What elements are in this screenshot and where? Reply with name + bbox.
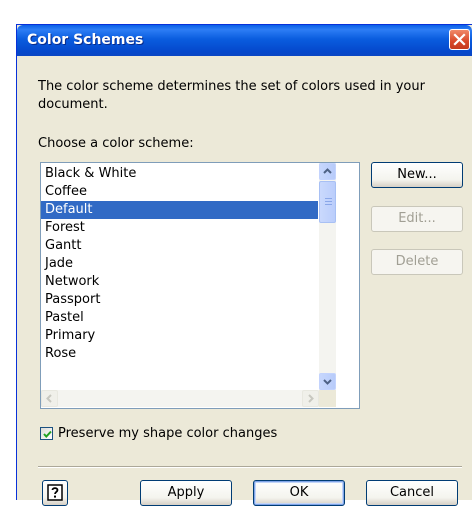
help-button[interactable] [42, 480, 68, 506]
apply-button[interactable]: Apply [140, 480, 232, 506]
thumb-grip [325, 201, 332, 202]
help-question-icon [47, 484, 63, 501]
preserve-changes-checkbox[interactable] [40, 427, 53, 440]
list-item[interactable]: Network [41, 273, 318, 291]
scrollbar-corner [319, 390, 336, 407]
list-item[interactable]: Coffee [41, 183, 318, 201]
title-bar[interactable]: Color Schemes [17, 25, 472, 56]
separator [38, 466, 462, 468]
choose-scheme-label: Choose a color scheme: [38, 136, 194, 151]
window-title: Color Schemes [27, 32, 144, 48]
cancel-button[interactable]: Cancel [366, 480, 458, 506]
ok-button[interactable]: OK [253, 480, 345, 506]
scroll-up-button[interactable] [319, 163, 336, 180]
thumb-grip [325, 204, 332, 205]
checkmark-icon [43, 430, 52, 438]
color-scheme-listbox[interactable]: Black & White Coffee Default Forest Gantt Jad… [40, 162, 360, 409]
preserve-changes-label: Preserve my shape color changes [58, 426, 278, 441]
list-item[interactable]: Forest [41, 219, 318, 237]
description-text: The color scheme determines the set of c… [38, 79, 425, 112]
chevron-down-icon [323, 379, 332, 385]
list-item[interactable]: Jade [41, 255, 318, 273]
edit-button[interactable]: Edit... [371, 206, 463, 232]
scroll-left-button[interactable] [41, 390, 58, 407]
delete-button[interactable]: Delete [371, 249, 463, 275]
scroll-thumb[interactable] [319, 181, 336, 223]
chevron-left-icon [46, 394, 52, 403]
new-button[interactable]: New... [371, 162, 463, 188]
scroll-right-button[interactable] [302, 390, 319, 407]
list-item[interactable]: Rose [41, 345, 318, 363]
list-items: Black & White Coffee Default Forest Gantt Jad… [41, 165, 318, 363]
scroll-down-button[interactable] [319, 373, 336, 390]
list-item[interactable]: Pastel [41, 309, 318, 327]
horizontal-scrollbar[interactable] [41, 390, 319, 407]
close-icon [453, 33, 466, 46]
list-item[interactable]: Default [41, 201, 318, 219]
close-button[interactable] [449, 29, 470, 50]
thumb-grip [325, 198, 332, 199]
color-schemes-dialog: Color Schemes The color scheme determine… [16, 24, 472, 506]
chevron-right-icon [308, 394, 314, 403]
list-item[interactable]: Passport [41, 291, 318, 309]
chevron-up-icon [323, 168, 332, 174]
list-item[interactable]: Gantt [41, 237, 318, 255]
list-item[interactable]: Primary [41, 327, 318, 345]
list-item[interactable]: Black & White [41, 165, 318, 183]
vertical-scrollbar[interactable] [319, 163, 336, 390]
